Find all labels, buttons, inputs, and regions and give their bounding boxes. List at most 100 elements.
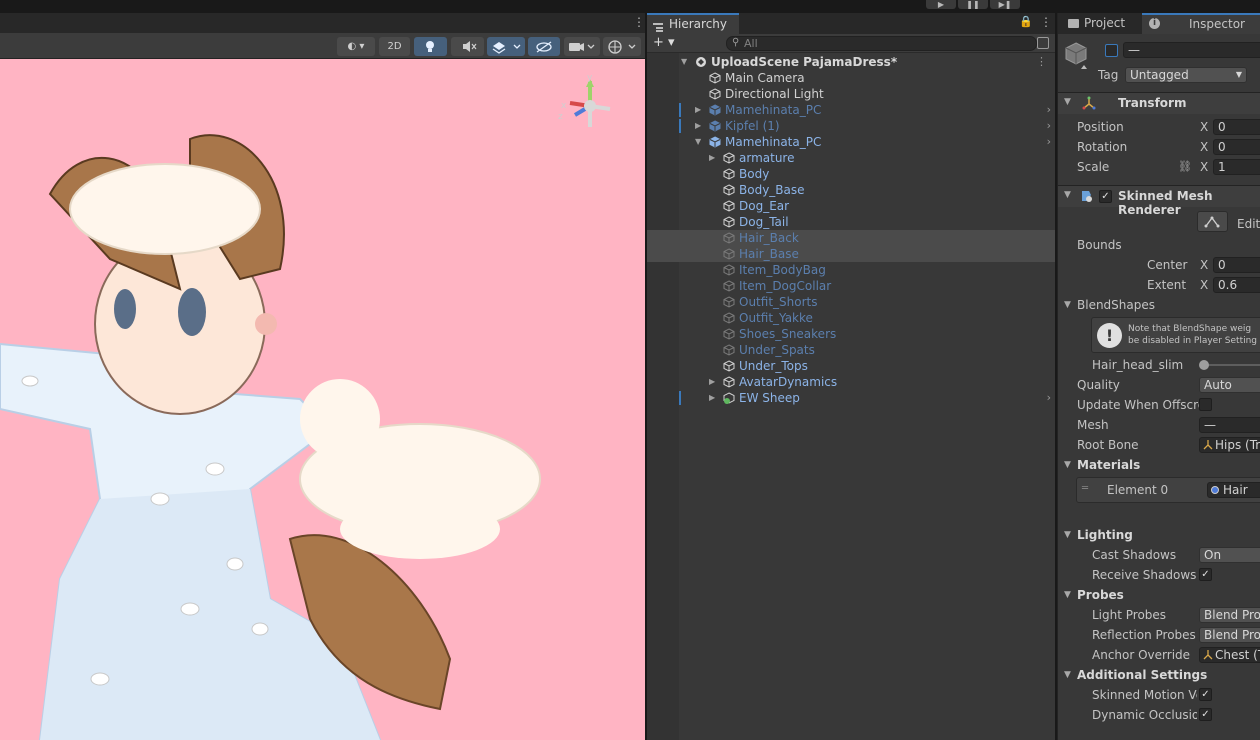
mode-2d-button[interactable]: 2D	[379, 37, 410, 56]
hierarchy-row[interactable]: Dog_Tail	[647, 214, 1055, 230]
edit-bounds-button[interactable]	[1197, 211, 1228, 232]
hierarchy-row[interactable]: Item_BodyBag	[647, 262, 1055, 278]
skinned-motion-checkbox[interactable]: ✓	[1199, 688, 1212, 701]
chevron-right-icon[interactable]: ›	[1047, 134, 1051, 150]
lock-icon[interactable]: 🔒	[1019, 15, 1033, 28]
gameobject-cube-icon	[709, 88, 721, 100]
hierarchy-row[interactable]: Hair_Back	[647, 230, 1055, 246]
expand-arrow-right-icon[interactable]: ▶	[695, 118, 705, 134]
hierarchy-row[interactable]: Body	[647, 166, 1055, 182]
probes-row[interactable]: ▼ Probes	[1058, 585, 1260, 605]
quality-dropdown[interactable]: Auto	[1199, 377, 1260, 393]
pause-button[interactable]: ❚❚	[958, 0, 988, 9]
hierarchy-row[interactable]: ▶ Mamehinata_PC ›	[647, 102, 1055, 118]
inspector-panel: Project i Inspector — Tag Untagged ▼ ▼ Tr…	[1057, 13, 1260, 740]
rotation-x-field[interactable]: 0	[1213, 139, 1260, 155]
chevron-right-icon[interactable]: ›	[1047, 102, 1051, 118]
hierarchy-row[interactable]: Hair_Base	[647, 246, 1055, 262]
hierarchy-row[interactable]: Shoes_Sneakers	[647, 326, 1055, 342]
expand-arrow-down-icon[interactable]: ▼	[681, 54, 691, 70]
transform-header[interactable]: ▼ Transform	[1058, 92, 1260, 114]
tab-hierarchy[interactable]: Hierarchy	[647, 13, 739, 34]
lighting-row[interactable]: ▼ Lighting	[1058, 525, 1260, 545]
light-probes-dropdown[interactable]: Blend Prob	[1199, 607, 1260, 623]
extent-x-field[interactable]: 0.6	[1213, 277, 1260, 293]
active-checkbox[interactable]	[1105, 44, 1118, 57]
gizmos-button[interactable]	[603, 37, 641, 56]
reflection-probes-dropdown[interactable]: Blend Prob	[1199, 627, 1260, 643]
element0-field[interactable]: Hair	[1207, 482, 1260, 498]
chevron-right-icon[interactable]: ›	[1047, 118, 1051, 134]
position-x-field[interactable]: 0	[1213, 119, 1260, 135]
hierarchy-row[interactable]: Main Camera	[647, 70, 1055, 86]
dynamic-occlusion-checkbox[interactable]: ✓	[1199, 708, 1212, 721]
lighting-toggle-button[interactable]	[414, 37, 447, 56]
hierarchy-row[interactable]: ▶ AvatarDynamics	[647, 374, 1055, 390]
root-bone-field[interactable]: Hips (Tra	[1199, 437, 1260, 453]
tab-inspector[interactable]: i Inspector	[1142, 13, 1260, 34]
materials-row[interactable]: ▼ Materials	[1058, 455, 1260, 475]
blendshape-slider-handle[interactable]	[1199, 360, 1209, 370]
receive-shadows-label: Receive Shadows	[1092, 568, 1197, 582]
add-object-button[interactable]: + ▾	[653, 35, 675, 51]
hierarchy-row[interactable]: Outfit_Yakke	[647, 310, 1055, 326]
blendshapes-row[interactable]: ▼ BlendShapes	[1058, 295, 1260, 315]
kebab-menu-icon[interactable]: ⋮	[633, 15, 645, 29]
blendshape-slider-track[interactable]	[1204, 364, 1260, 366]
effects-toggle-button[interactable]	[487, 37, 525, 56]
hierarchy-row[interactable]: Under_Tops	[647, 358, 1055, 374]
scene-visibility-icon[interactable]	[1037, 37, 1049, 49]
hierarchy-row[interactable]: Directional Light	[647, 86, 1055, 102]
camera-settings-button[interactable]	[564, 37, 600, 56]
scale-x-axis: X	[1200, 160, 1209, 174]
additional-settings-row[interactable]: ▼ Additional Settings	[1058, 665, 1260, 685]
audio-toggle-button[interactable]	[451, 37, 484, 56]
object-name-field[interactable]: —	[1123, 42, 1260, 58]
chevron-right-icon[interactable]: ›	[1047, 390, 1051, 406]
hierarchy-row[interactable]: Under_Spats	[647, 342, 1055, 358]
play-button[interactable]: ▶	[926, 0, 956, 9]
gizmos-globe-icon	[608, 40, 636, 54]
tab-project[interactable]: Project	[1060, 13, 1140, 34]
hierarchy-scene-row[interactable]: ▼ UploadScene PajamaDress* ⋮	[647, 54, 1055, 70]
scene-menu-icon[interactable]: ⋮	[1036, 54, 1047, 70]
receive-shadows-checkbox[interactable]: ✓	[1199, 568, 1212, 581]
hierarchy-row[interactable]: ▶ armature	[647, 150, 1055, 166]
hierarchy-row[interactable]: Outfit_Shorts	[647, 294, 1055, 310]
root-bone-row: Root Bone Hips (Tra	[1058, 435, 1260, 455]
panel-menu-icon[interactable]: ⋮	[1040, 15, 1052, 29]
scene-tabbar: ⋮	[0, 13, 645, 33]
cast-shadows-dropdown[interactable]: On	[1199, 547, 1260, 563]
scale-x-field[interactable]: 1	[1213, 159, 1260, 175]
expand-arrow-right-icon[interactable]: ▶	[709, 150, 719, 166]
anchor-override-field[interactable]: Chest (T	[1199, 647, 1260, 663]
scene-viewport[interactable]: y z x	[0, 59, 645, 740]
link-icon[interactable]: ⛓	[1178, 157, 1192, 177]
hidden-objects-toggle-button[interactable]	[528, 37, 560, 56]
center-x-field[interactable]: 0	[1213, 257, 1260, 273]
shading-mode-button[interactable]: ◐ ▾	[337, 37, 375, 56]
gameobject-cube-icon	[723, 184, 735, 196]
hierarchy-row[interactable]: Item_DogCollar	[647, 278, 1055, 294]
update-offscreen-checkbox[interactable]	[1199, 398, 1212, 411]
center-row: Center X 0	[1058, 255, 1260, 275]
step-button[interactable]: ▶❚	[990, 0, 1020, 9]
hierarchy-row[interactable]: ▶ Kipfel (1) ›	[647, 118, 1055, 134]
expand-arrow-down-icon[interactable]: ▼	[695, 134, 705, 150]
hierarchy-row[interactable]: Body_Base	[647, 182, 1055, 198]
smr-enabled-checkbox[interactable]: ✓	[1099, 190, 1112, 203]
anchor-override-label: Anchor Override	[1092, 648, 1191, 662]
hierarchy-search-input[interactable]: All	[726, 36, 1037, 51]
drag-handle-icon[interactable]: ═	[1082, 483, 1088, 494]
orientation-gizmo[interactable]: y z x	[555, 71, 625, 141]
expand-arrow-right-icon[interactable]: ▶	[709, 374, 719, 390]
hierarchy-row[interactable]: ▶ EW Sheep ›	[647, 390, 1055, 406]
expand-arrow-right-icon[interactable]: ▶	[695, 102, 705, 118]
skinned-mesh-renderer-header[interactable]: ▼ ✓ Skinned Mesh Renderer	[1058, 185, 1260, 217]
tag-dropdown[interactable]: Untagged ▼	[1125, 67, 1247, 83]
hierarchy-row[interactable]: Dog_Ear	[647, 198, 1055, 214]
hierarchy-row[interactable]: ▼ Mamehinata_PC ›	[647, 134, 1055, 150]
mesh-field[interactable]: —	[1199, 417, 1260, 433]
gameobject-cube-icon	[723, 344, 735, 356]
expand-arrow-right-icon[interactable]: ▶	[709, 390, 719, 406]
